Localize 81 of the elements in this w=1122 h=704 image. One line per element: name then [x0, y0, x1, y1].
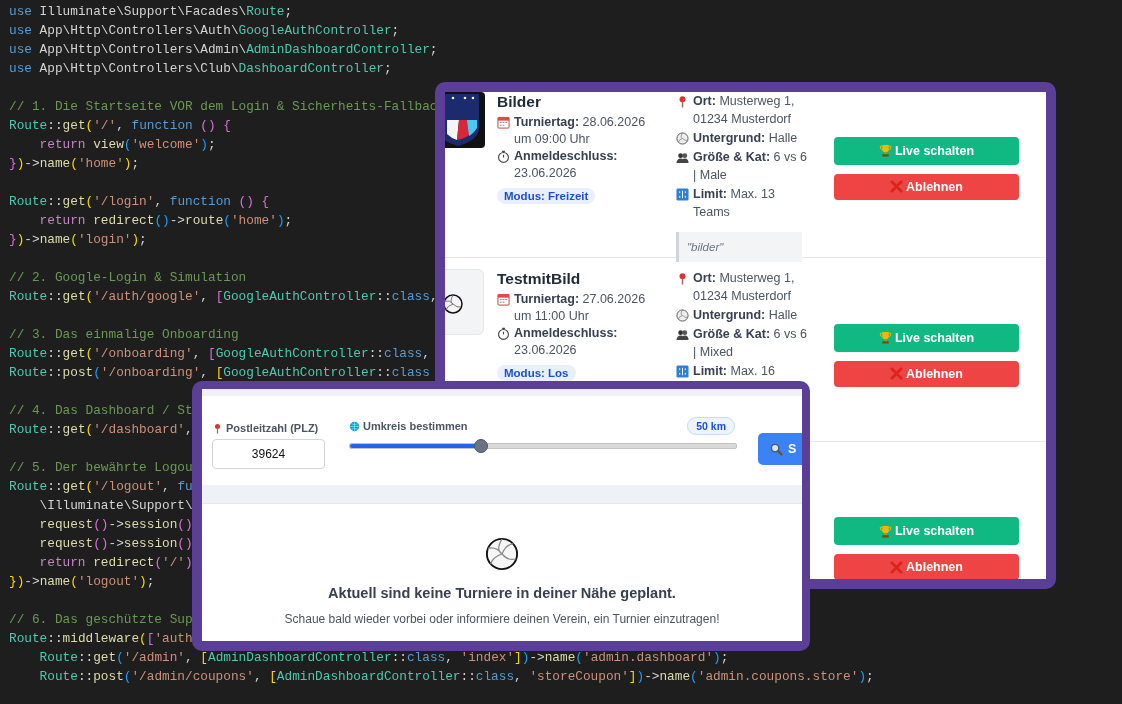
note-quote: "bilder" [676, 232, 802, 262]
reject-button[interactable]: Ablehnen [834, 554, 1019, 579]
detail-text: Untergrund: Halle [693, 307, 798, 324]
trophy-icon [878, 524, 892, 538]
code-line: })->name('logout'); [9, 573, 155, 591]
code-line: request()->session() [38, 516, 193, 534]
calendar-icon [497, 293, 510, 306]
search-icon [770, 442, 783, 456]
code-line: // 2. Google-Login & Simulation [9, 269, 247, 287]
tournament-title: Bilder [497, 92, 542, 111]
detail-text: Limit: Max. 16 [693, 363, 775, 380]
detail-text: Limit: Max. 13 Teams [693, 186, 776, 221]
trophy-icon [878, 331, 892, 344]
code-line: Route::post('/admin/coupons', [AdminDashboardController::class, 'storeCoupon'])->name('admin.coupons.store'); [38, 668, 874, 686]
code-line: // 5. Der bewährte Logou [9, 459, 193, 477]
code-line: use App\Http\Controllers\Club\DashboardController; [9, 60, 392, 78]
code-line: Route::get('/dashboard', [9, 421, 193, 439]
detail-text: Größe & Kat: 6 vs 6 | Mixed [693, 326, 808, 361]
code-line: Route::post('/onboarding', [GoogleAuthController::class [9, 364, 430, 382]
code-line: // 4. Das Dashboard / St [9, 402, 193, 420]
stopwatch-icon [497, 327, 510, 340]
pin-icon [212, 422, 223, 434]
cross-icon [890, 560, 903, 574]
code-line: Route::get('/login', function () { [9, 193, 270, 211]
volleyball-icon [676, 309, 689, 322]
cross-icon [890, 367, 903, 380]
code-line: \Illuminate\Support\ [38, 497, 193, 515]
grid-icon [676, 188, 689, 201]
code-line: use Illuminate\Support\Facades\Route; [9, 3, 293, 21]
volleyball-icon [485, 537, 519, 571]
code-line: })->name('home'); [9, 155, 140, 173]
code-line: Route::middleware(['auth [9, 630, 193, 648]
reject-button[interactable]: Ablehnen [834, 173, 1019, 200]
code-line: Route::get('/auth/google', [GoogleAuthController::class, [9, 288, 438, 306]
code-line: return redirect()->route('home'); [38, 212, 293, 230]
zip-input[interactable]: 39624 [212, 439, 325, 469]
code-line: use App\Http\Controllers\Admin\AdminDashboardController; [9, 41, 438, 59]
code-line: Route::get('/', function () { [9, 117, 231, 135]
empty-text: Schaue bald wieder vorbei oder informiere deinen Verein, ein Turnier einzutragen! [284, 612, 720, 626]
detail-text: Turniertag: 28.06.2026 um 09:00 Uhr [514, 114, 647, 147]
detail-text: Untergrund: Halle [693, 130, 798, 147]
reject-button[interactable]: Ablehnen [834, 360, 1019, 387]
code-line: // 3. Das einmalige Onboarding [9, 326, 239, 344]
radius-label: Umkreis bestimmen [349, 420, 468, 432]
code-line: return redirect('/') [38, 554, 193, 572]
detail-text: Ort: Musterweg 1, 01234 Musterdorf [693, 93, 796, 128]
detail-text: Größe & Kat: 6 vs 6 | Male [693, 149, 808, 184]
tournament-title: TestmitBild [497, 269, 582, 288]
zip-label: Postleitzahl (PLZ) [212, 422, 325, 434]
search-button[interactable]: S [758, 433, 802, 465]
code-line: Route::get('/admin', [AdminDashboardController::class, 'index'])->name('admin.dashboard'); [38, 649, 729, 667]
code-line: Route::get('/onboarding', [GoogleAuthController::class, [9, 345, 430, 363]
calendar-icon [497, 116, 510, 129]
stopwatch-icon [497, 150, 510, 163]
code-line: use App\Http\Controllers\Auth\GoogleAuthController; [9, 22, 400, 40]
detail-text: Ort: Musterweg 1, 01234 Musterdorf [693, 270, 796, 305]
empty-title: Aktuell sind keine Turniere in deiner Nähe geplant. [328, 585, 676, 601]
detail-text: Turniertag: 27.06.2026 um 11:00 Uhr [514, 291, 647, 324]
code-line: })->name('login'); [9, 231, 147, 249]
detail-text: Anmeldeschluss: 23.06.2026 [514, 148, 619, 181]
mode-badge: Modus: Los [497, 365, 576, 381]
people-icon [676, 328, 689, 341]
trophy-icon [878, 144, 892, 157]
people-icon [676, 151, 689, 164]
detail-text: Anmeldeschluss: 23.06.2026 [514, 325, 619, 358]
code-line: request()->session() [38, 535, 193, 553]
radius-value: 50 km [687, 417, 735, 435]
cross-icon [890, 180, 903, 193]
live-button[interactable]: Live schalten [834, 517, 1019, 545]
globe-icon [349, 420, 360, 432]
live-button[interactable]: Live schalten [834, 323, 1019, 352]
volleyball-icon [676, 132, 689, 145]
code-line: // 1. Die Startseite VOR dem Login & Sicherheits-Fallbac [9, 98, 438, 116]
code-line: Route::get('/logout', fu [9, 478, 193, 496]
code-line: // 6. Das geschützte Sup [9, 611, 193, 629]
slider-thumb[interactable] [473, 439, 488, 453]
live-button[interactable]: Live schalten [834, 136, 1019, 165]
code-line: return view('welcome'); [38, 136, 216, 154]
mode-badge: Modus: Freizeit [497, 188, 596, 204]
grid-icon [676, 365, 689, 378]
radius-slider[interactable] [349, 438, 737, 454]
